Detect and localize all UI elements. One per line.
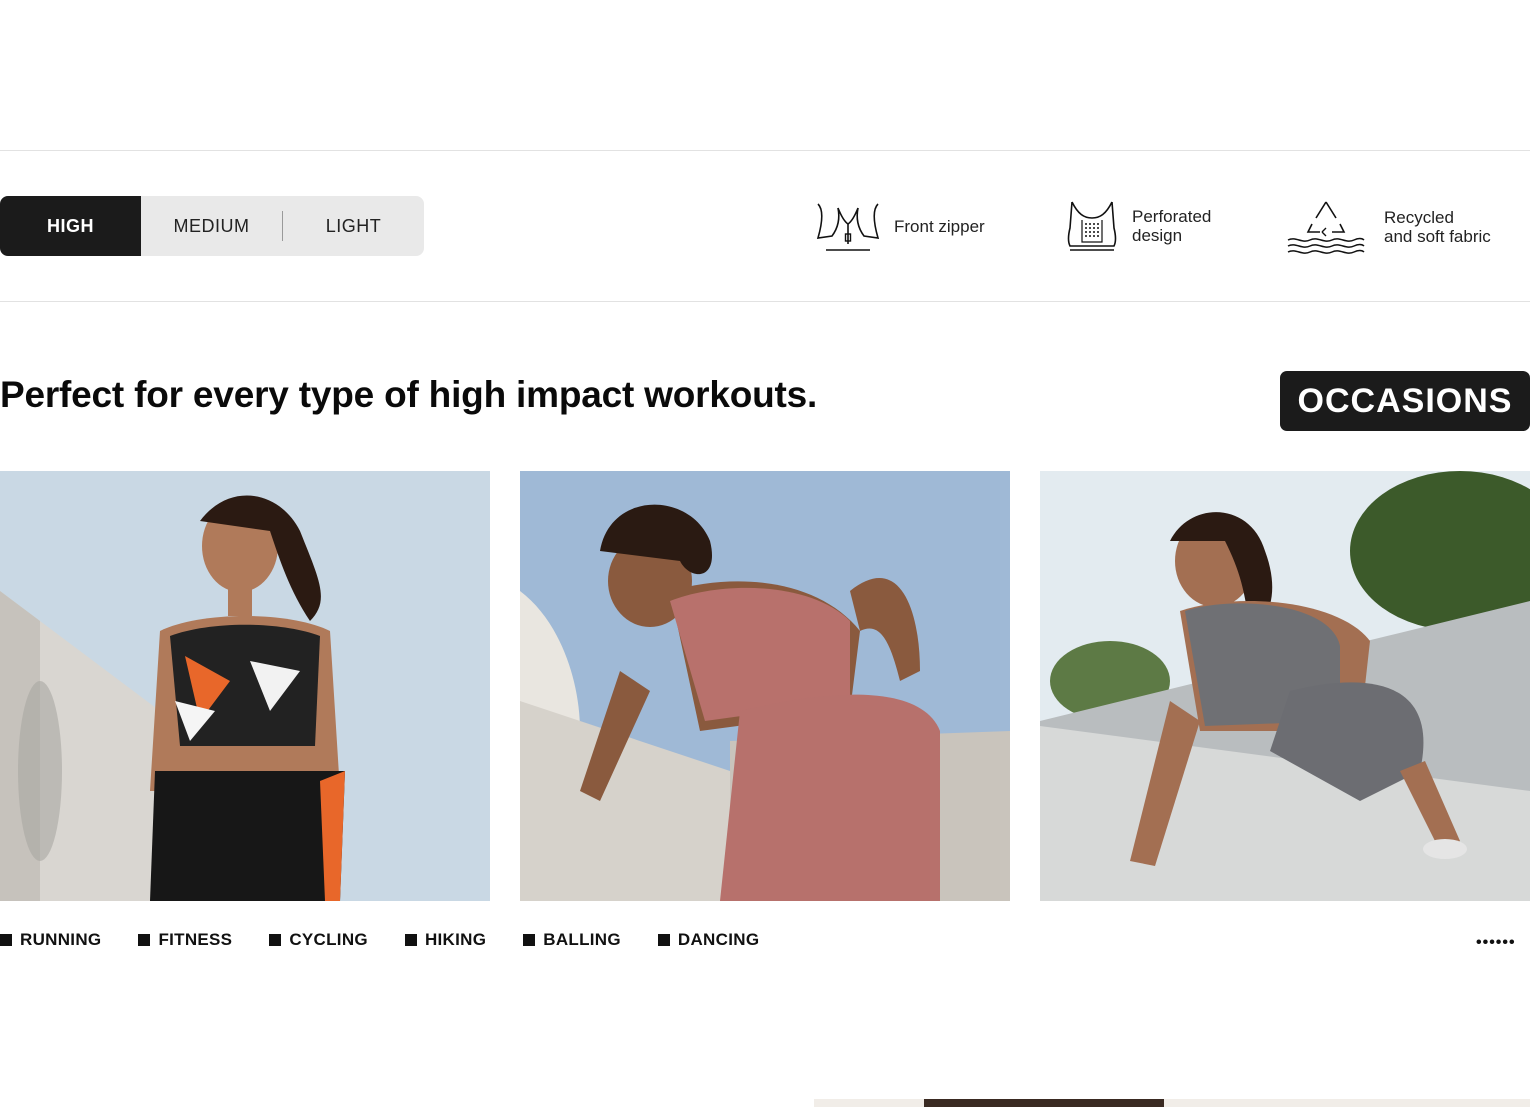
level-high-tab[interactable]: HIGH	[0, 196, 141, 256]
activity-label: CYCLING	[289, 930, 368, 949]
level-medium-tab[interactable]: MEDIUM	[141, 196, 282, 256]
activity-fitness[interactable]: FITNESS	[138, 930, 232, 950]
activity-label: RUNNING	[20, 930, 102, 949]
activity-list: RUNNING FITNESS CYCLING HIKING BALLING D…	[0, 930, 796, 950]
recycle-icon	[1286, 198, 1366, 256]
activity-hiking[interactable]: HIKING	[404, 930, 487, 950]
activity-dancing[interactable]: DANCING	[657, 930, 760, 950]
bullet-square-icon	[523, 934, 536, 946]
level-light-tab[interactable]: LIGHT	[283, 196, 424, 256]
fitness-photo	[1040, 471, 1530, 901]
bullet-square-icon	[657, 934, 670, 946]
impact-level-selector: HIGH MEDIUM LIGHT	[0, 196, 424, 256]
feature-label: Front zipper	[894, 216, 985, 236]
activity-label: FITNESS	[158, 930, 233, 949]
bullet-square-icon	[138, 934, 151, 946]
feature-label: Perforated design	[1132, 207, 1212, 245]
perforated-bra-icon	[1064, 198, 1120, 254]
feature-recycled: Recycled and soft fabric	[1286, 198, 1491, 256]
section-headline: Perfect for every type of high impact wo…	[0, 374, 818, 415]
activity-running[interactable]: RUNNING	[0, 930, 101, 950]
activity-label: BALLING	[543, 930, 621, 949]
activity-balling[interactable]: BALLING	[523, 930, 621, 950]
balling-photo	[520, 471, 1010, 901]
top-divider	[0, 150, 1530, 151]
image-edge-dark	[924, 1099, 1164, 1107]
running-photo	[0, 471, 490, 901]
bullet-square-icon	[0, 934, 12, 946]
more-dots[interactable]: ••••••	[1476, 934, 1516, 952]
feature-perforated: Perforated design	[1064, 198, 1211, 254]
bullet-square-icon	[404, 934, 417, 946]
bullet-square-icon	[269, 934, 282, 946]
activity-cycling[interactable]: CYCLING	[269, 930, 368, 950]
activity-label: DANCING	[677, 930, 760, 949]
feature-label: Recycled and soft fabric	[1384, 208, 1491, 246]
feature-front-zipper: Front zipper	[814, 198, 985, 254]
zipper-icon	[814, 198, 882, 254]
occasions-badge: OCCASIONS	[1280, 371, 1530, 431]
activity-label: HIKING	[424, 930, 487, 949]
next-section-image-edge	[814, 1099, 1530, 1107]
section-divider	[0, 301, 1530, 302]
